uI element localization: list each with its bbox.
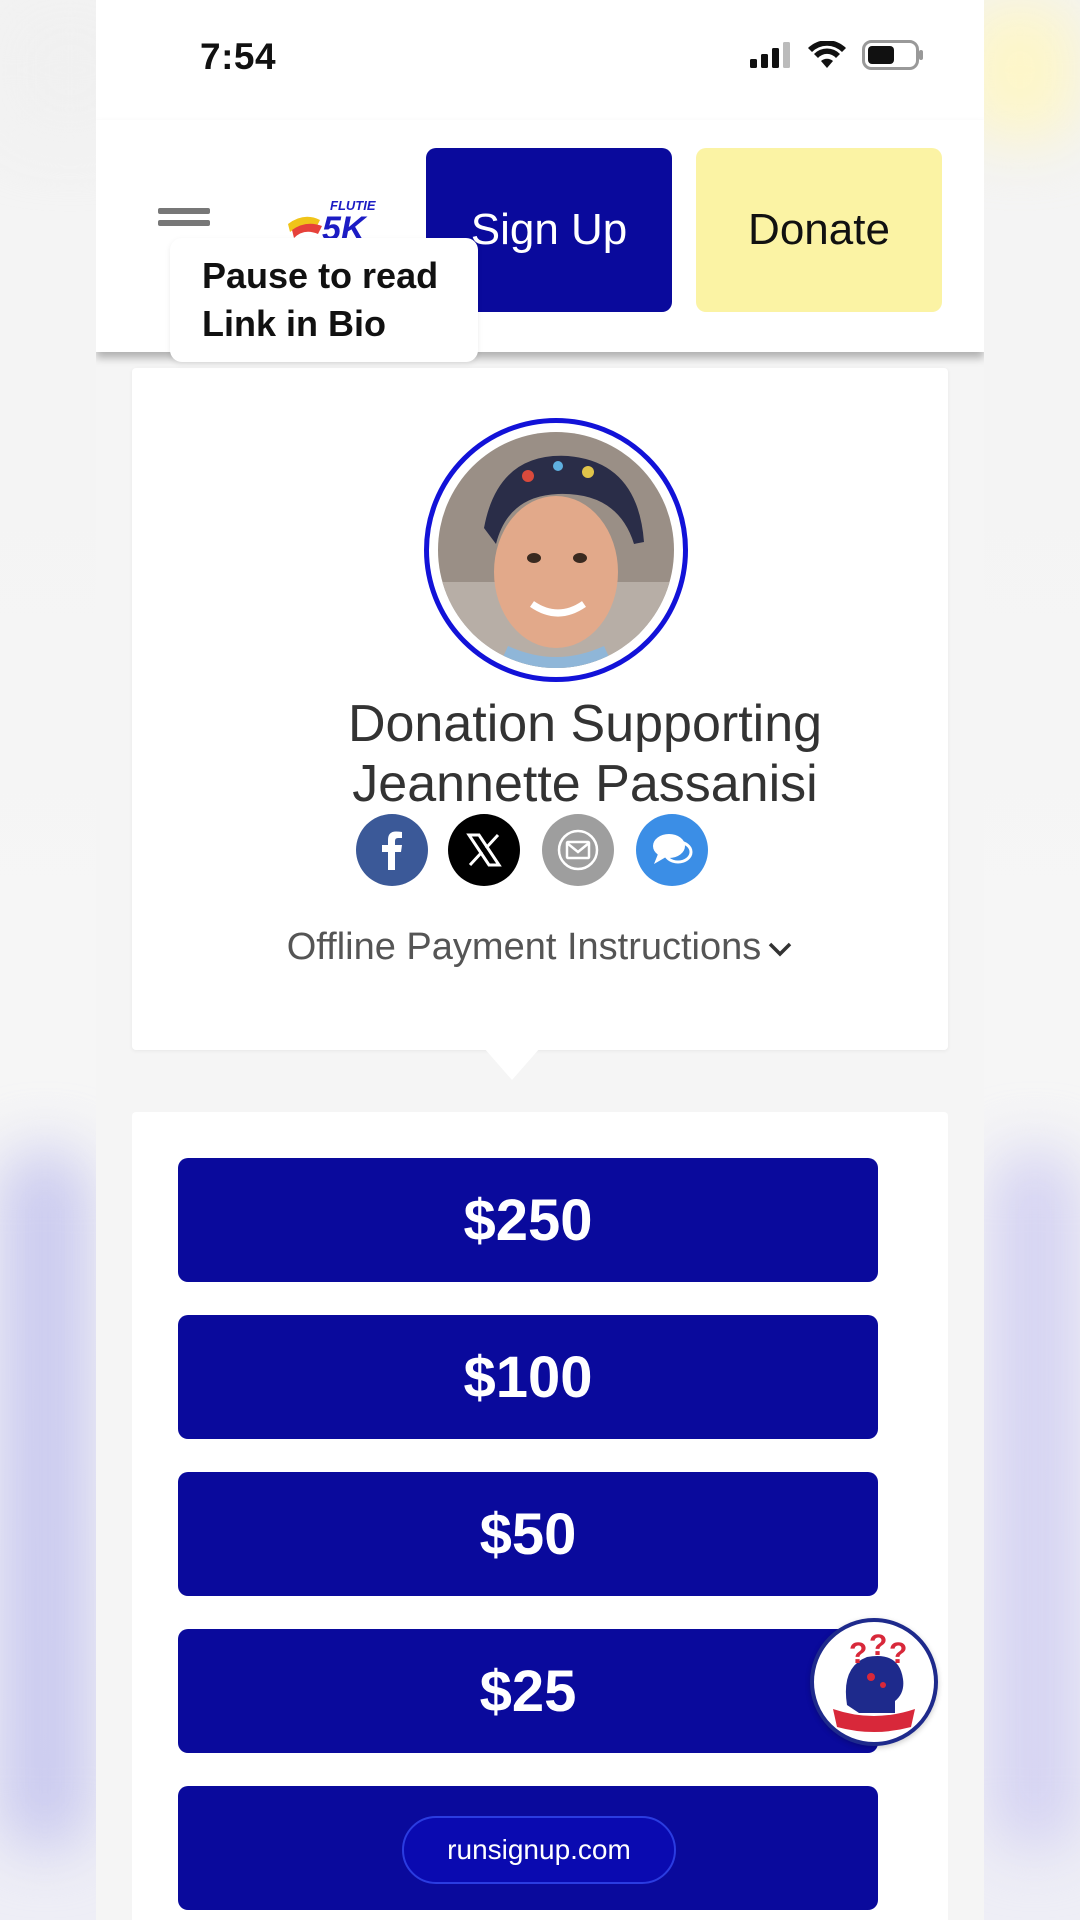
hamburger-menu-icon[interactable] <box>158 208 210 238</box>
chat-glyph <box>653 834 693 864</box>
svg-text:?: ? <box>849 1637 867 1670</box>
donation-title-line: Jeannette Passanisi <box>352 755 818 813</box>
amount-button-50[interactable]: $50 <box>178 1472 878 1596</box>
battery-icon <box>862 40 923 70</box>
email-glyph <box>557 829 599 871</box>
wifi-icon <box>808 41 846 68</box>
caption-line: Pause to read <box>202 255 439 296</box>
hamburger-line <box>158 220 210 226</box>
donation-title-line: Donation Supporting <box>347 695 823 753</box>
background-blob <box>990 1150 1080 1850</box>
chevron-down-icon <box>767 926 793 969</box>
svg-text:?: ? <box>869 1629 887 1662</box>
donation-title: Donation Supporting Jeannette Passanisi <box>132 694 948 814</box>
donate-button[interactable]: Donate <box>696 148 942 312</box>
card-pointer <box>484 1048 540 1080</box>
status-time: 7:54 <box>200 36 277 77</box>
facebook-glyph <box>382 831 402 870</box>
status-icons <box>750 40 924 70</box>
flutie-mascot-icon: ? ? ? <box>822 1629 926 1734</box>
phone-screen: 7:54 FLUTIE 5K Sign Up Donate Pause to r… <box>96 0 984 1920</box>
amount-button-250[interactable]: $250 <box>178 1158 878 1282</box>
signal-icon <box>750 42 790 68</box>
share-buttons <box>132 814 948 890</box>
chat-icon[interactable] <box>636 814 708 886</box>
facebook-icon[interactable] <box>356 814 428 886</box>
donation-profile-card: Donation Supporting Jeannette Passanisi <box>132 368 948 1050</box>
flutie-help-chat-button[interactable]: ? ? ? <box>810 1618 938 1746</box>
amount-button-25[interactable]: $25 <box>178 1629 878 1753</box>
x-glyph <box>466 833 502 867</box>
avatar-ring <box>424 418 688 682</box>
background-blob <box>0 1150 90 1850</box>
status-bar: 7:54 <box>96 0 984 120</box>
offline-payment-label: Offline Payment Instructions <box>286 926 762 968</box>
x-icon[interactable] <box>448 814 520 886</box>
url-bar[interactable]: runsignup.com <box>402 1816 676 1884</box>
amount-button-100[interactable]: $100 <box>178 1315 878 1439</box>
caption-line: Link in Bio <box>202 303 386 344</box>
video-caption-overlay: Pause to read Link in Bio <box>170 238 479 362</box>
svg-text:?: ? <box>889 1637 907 1670</box>
avatar <box>438 432 674 668</box>
email-icon[interactable] <box>542 814 614 886</box>
hamburger-line <box>158 208 210 214</box>
donation-amounts-card: $250 $100 $50 $25 <box>132 1112 948 1920</box>
offline-payment-toggle[interactable]: Offline Payment Instructions <box>132 926 948 969</box>
